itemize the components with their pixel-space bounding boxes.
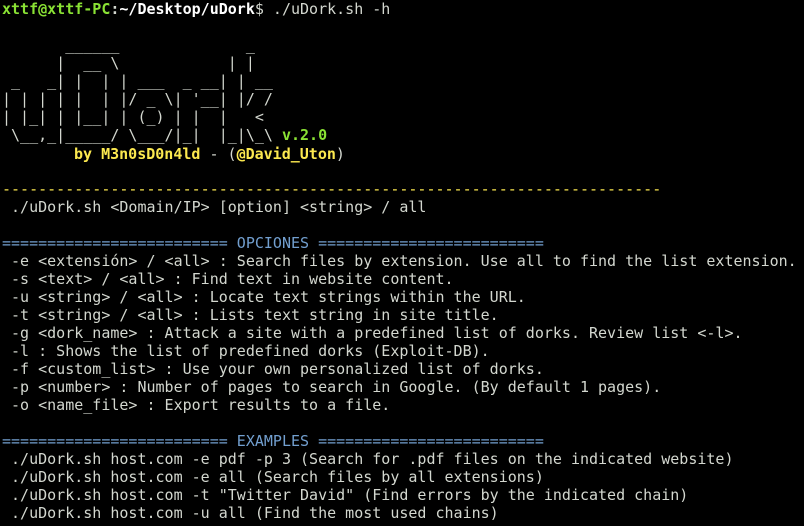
example-line: ./uDork.sh host.com -e pdf -p 3 (Search … xyxy=(2,450,734,468)
option-line: -e <extensión> / <all> : Search files by… xyxy=(2,252,797,270)
banner-ascii-line: _ _| | | | ___ _ __| | __ xyxy=(2,72,273,90)
author-dash: - xyxy=(200,145,228,163)
prompt-path: ~/Desktop/uDork xyxy=(119,0,255,18)
option-line: -l : Shows the list of predefined dorks … xyxy=(2,342,490,360)
prompt-line: xttf@xttf-PC:~/Desktop/uDork$ ./uDork.sh… xyxy=(2,0,390,18)
option-line: -s <text> / <all> : Find text in website… xyxy=(2,270,454,288)
option-line: -p <number> : Number of pages to search … xyxy=(2,378,662,396)
author-handle: @David_Uton xyxy=(236,145,336,163)
handle-close-paren: ) xyxy=(335,145,345,163)
terminal-window[interactable]: xttf@xttf-PC:~/Desktop/uDork$ ./uDork.sh… xyxy=(0,0,804,526)
prompt-dollar: $ xyxy=(254,0,264,18)
usage-text: ./uDork.sh <Domain/IP> [option] <string>… xyxy=(2,198,427,216)
banner-ascii-line: | __ \ | | xyxy=(2,54,255,72)
prompt-user-host: xttf@xttf-PC xyxy=(2,0,111,18)
examples-heading: ========================= EXAMPLES =====… xyxy=(2,432,544,450)
banner-ascii-line: ______ _ xyxy=(2,36,255,54)
example-line: ./uDork.sh host.com -t "Twitter David" (… xyxy=(2,486,689,504)
option-line: -f <custom_list> : Use your own personal… xyxy=(2,360,544,378)
option-line: -t <string> / <all> : Lists text string … xyxy=(2,306,499,324)
banner-ascii-line: | |_| | |__| | (_) | | | < xyxy=(2,108,264,126)
usage-separator: ----------------------------------------… xyxy=(2,180,662,198)
example-line: ./uDork.sh host.com -u all (Find the mos… xyxy=(2,504,499,522)
version-label: v.2.0 xyxy=(281,126,328,144)
option-line: -u <string> / <all> : Locate text string… xyxy=(2,288,526,306)
prompt-command: ./uDork.sh -h xyxy=(263,0,391,18)
banner-ascii-line: \__,_|_____/ \___/|_| |_|\_\ xyxy=(2,126,273,144)
option-line: -g <dork_name> : Attack a site with a pr… xyxy=(2,324,743,342)
option-line: -o <name_file> : Export results to a fil… xyxy=(2,396,391,414)
banner-ascii-last-line: \__,_|_____/ \___/|_| |_|\_\ v.2.0 xyxy=(2,126,327,144)
example-line: ./uDork.sh host.com -e all (Search files… xyxy=(2,468,544,486)
banner-ascii-line: | | | | | | |/ _ \| '__| |/ / xyxy=(2,90,273,108)
author-line: by M3n0sD0n4ld - (@David_Uton) xyxy=(74,145,345,163)
options-heading: ========================= OPCIONES =====… xyxy=(2,234,544,252)
handle-open-paren: ( xyxy=(227,145,237,163)
author-name: by M3n0sD0n4ld xyxy=(74,145,201,163)
